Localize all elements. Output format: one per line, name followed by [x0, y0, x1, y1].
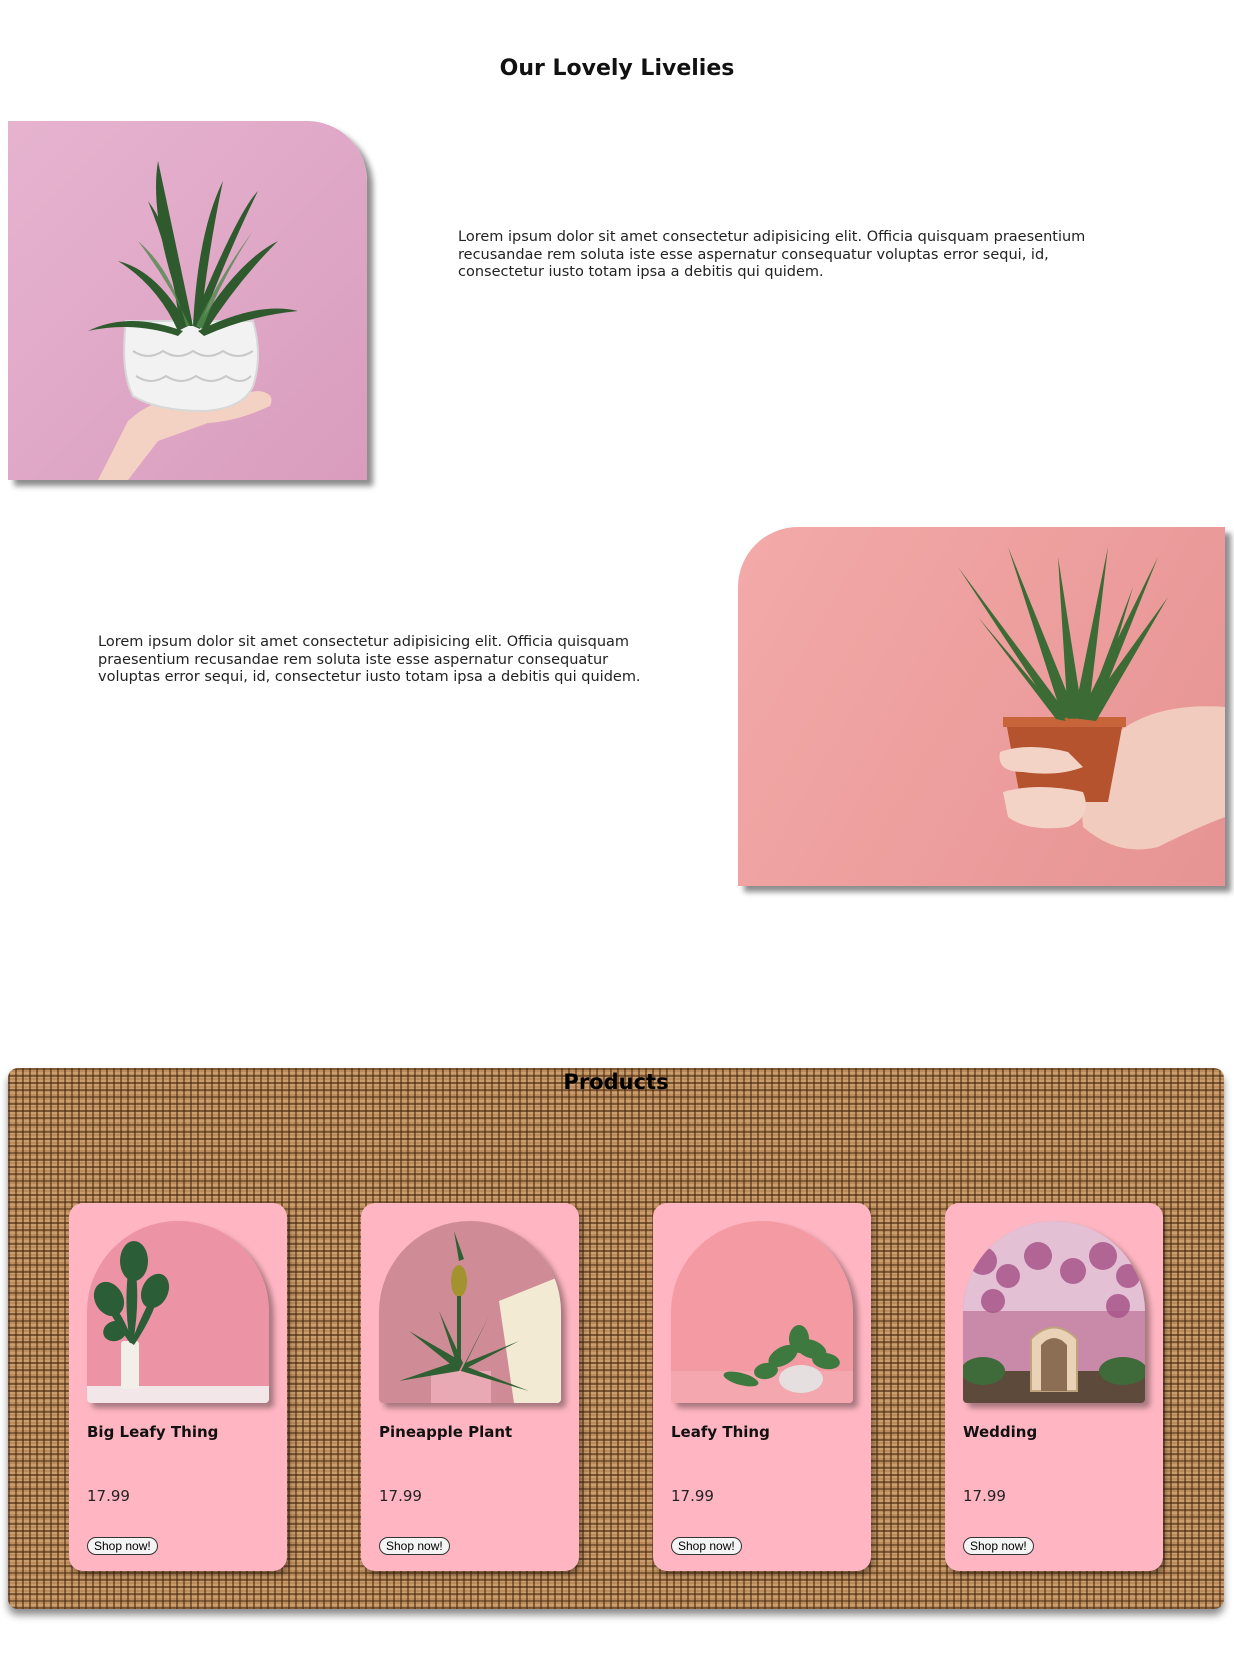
- feature-description: Lorem ipsum dolor sit amet consectetur a…: [458, 229, 1086, 280]
- page-title: Our Lovely Livelies: [499, 56, 735, 81]
- product-price: 17.99: [963, 1487, 1006, 1505]
- product-card: Wedding 17.99 Shop now!: [945, 1203, 1163, 1571]
- shop-now-button[interactable]: Shop now!: [379, 1537, 450, 1555]
- products-title: Products: [563, 1070, 669, 1094]
- product-price: 17.99: [379, 1487, 422, 1505]
- shop-now-button[interactable]: Shop now!: [671, 1537, 742, 1555]
- products-section: Products Big Leafy Thing 17.99 Shop now!…: [8, 1068, 1224, 1609]
- feature-image-plant-in-white-pot: [8, 121, 367, 480]
- product-name: Pineapple Plant: [379, 1423, 513, 1441]
- product-card: Big Leafy Thing 17.99 Shop now!: [69, 1203, 287, 1571]
- shop-now-button[interactable]: Shop now!: [87, 1537, 158, 1555]
- product-image-monstera: [87, 1221, 269, 1403]
- product-image-leafy-plant: [671, 1221, 853, 1403]
- product-image-wedding-arch: [963, 1221, 1145, 1403]
- feature-description: Lorem ipsum dolor sit amet consectetur a…: [98, 634, 641, 685]
- product-card: Pineapple Plant 17.99 Shop now!: [361, 1203, 579, 1571]
- product-name: Big Leafy Thing: [87, 1423, 219, 1441]
- product-image-pineapple-plant: [379, 1221, 561, 1403]
- product-name: Leafy Thing: [671, 1423, 770, 1441]
- product-name: Wedding: [963, 1423, 1038, 1441]
- feature-image-aloe-in-hands: [738, 527, 1225, 886]
- product-card: Leafy Thing 17.99 Shop now!: [653, 1203, 871, 1571]
- product-price: 17.99: [87, 1487, 130, 1505]
- product-price: 17.99: [671, 1487, 714, 1505]
- shop-now-button[interactable]: Shop now!: [963, 1537, 1034, 1555]
